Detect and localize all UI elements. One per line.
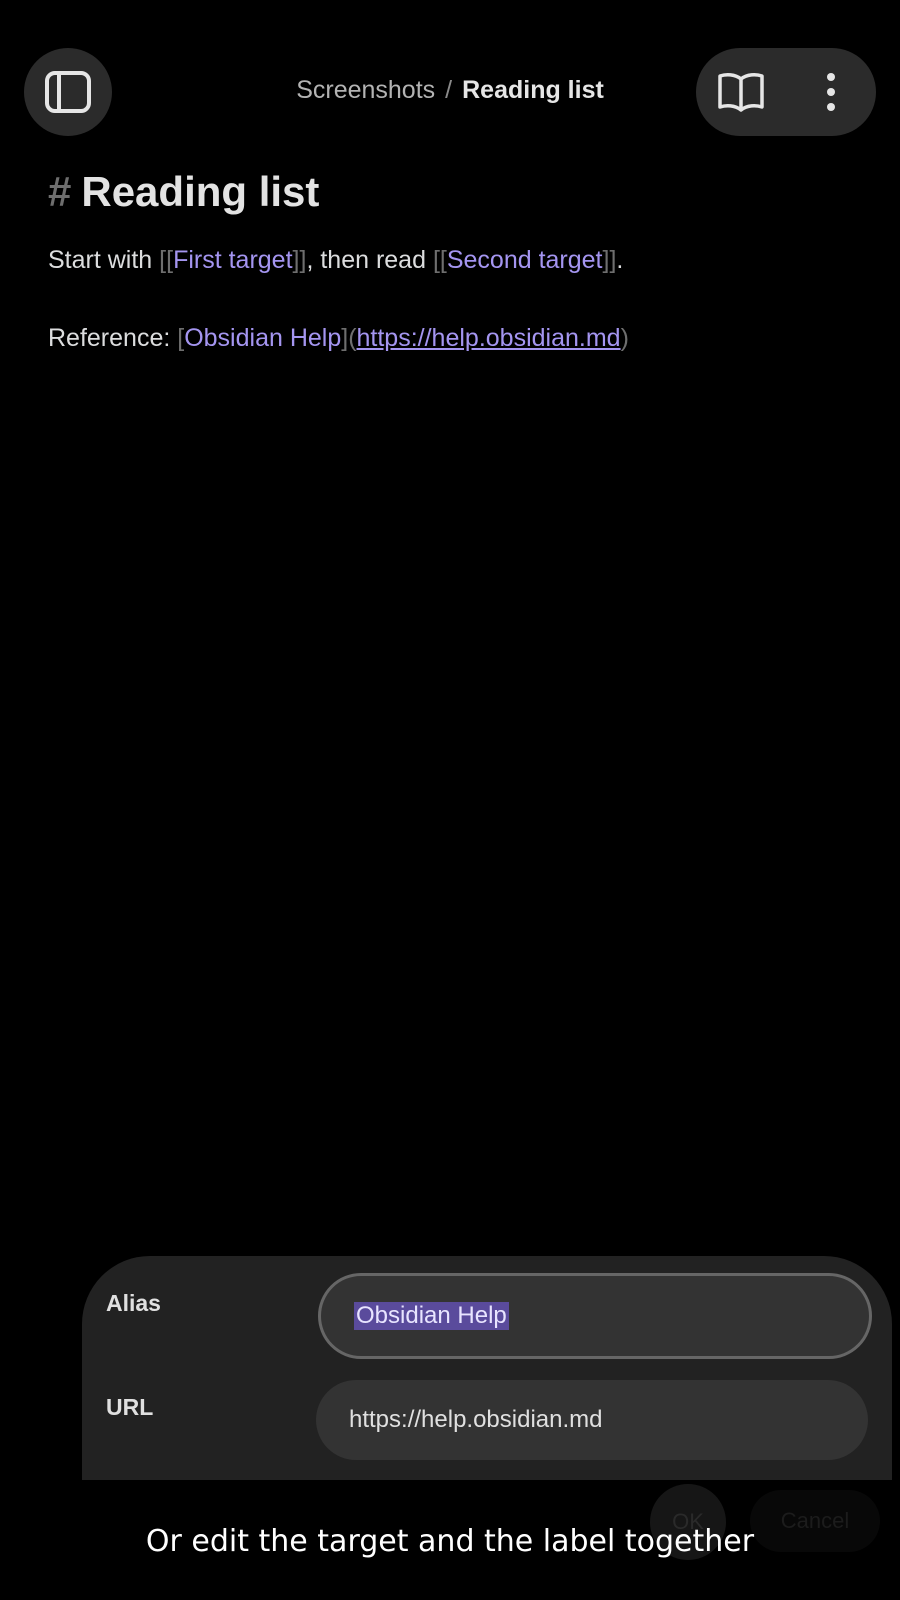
url-input[interactable]: https://help.obsidian.md bbox=[316, 1380, 868, 1460]
breadcrumb-current[interactable]: Reading list bbox=[462, 76, 604, 104]
wikilink-close: ]] bbox=[292, 246, 307, 274]
alias-input[interactable]: Obsidian Help bbox=[318, 1273, 872, 1359]
more-vertical-icon bbox=[827, 73, 835, 111]
book-open-icon bbox=[718, 73, 764, 112]
tutorial-caption: Or edit the target and the label togethe… bbox=[145, 1524, 755, 1559]
wikilink-second-target[interactable]: Second target bbox=[447, 246, 603, 274]
breadcrumb-separator: / bbox=[445, 76, 453, 104]
wikilink-open: [[ bbox=[159, 246, 174, 274]
url-label: URL bbox=[106, 1394, 154, 1420]
alias-input-value: Obsidian Help bbox=[354, 1302, 509, 1330]
text-span: Reference: bbox=[48, 324, 178, 352]
text-span: . bbox=[616, 246, 624, 274]
text-span: , then read bbox=[306, 246, 433, 274]
wikilink-open: [[ bbox=[432, 246, 447, 274]
reading-mode-button[interactable] bbox=[696, 48, 786, 136]
paragraph-wikilinks: Start with [[First target]], then read [… bbox=[48, 242, 868, 278]
heading-text: Reading list bbox=[81, 168, 320, 215]
external-link-url[interactable]: https://help.obsidian.md bbox=[357, 324, 621, 352]
external-link-text[interactable]: Obsidian Help bbox=[184, 324, 341, 352]
breadcrumb-parent[interactable]: Screenshots bbox=[296, 76, 435, 104]
note-editor[interactable]: # Reading list Start with [[First target]… bbox=[48, 162, 868, 356]
url-input-value: https://help.obsidian.md bbox=[349, 1406, 603, 1433]
wikilink-first-target[interactable]: First target bbox=[173, 246, 292, 274]
md-paren-open: ( bbox=[348, 324, 357, 352]
wikilink-close: ]] bbox=[602, 246, 617, 274]
more-options-button[interactable] bbox=[786, 48, 876, 136]
note-heading: # Reading list bbox=[48, 162, 868, 222]
text-span: Start with bbox=[48, 246, 160, 274]
view-actions-group bbox=[696, 48, 876, 136]
heading-marker: # bbox=[48, 168, 72, 215]
alias-label: Alias bbox=[106, 1290, 161, 1316]
md-paren-close: ) bbox=[620, 324, 629, 352]
paragraph-reference: Reference: [Obsidian Help](https://help.… bbox=[48, 320, 868, 356]
